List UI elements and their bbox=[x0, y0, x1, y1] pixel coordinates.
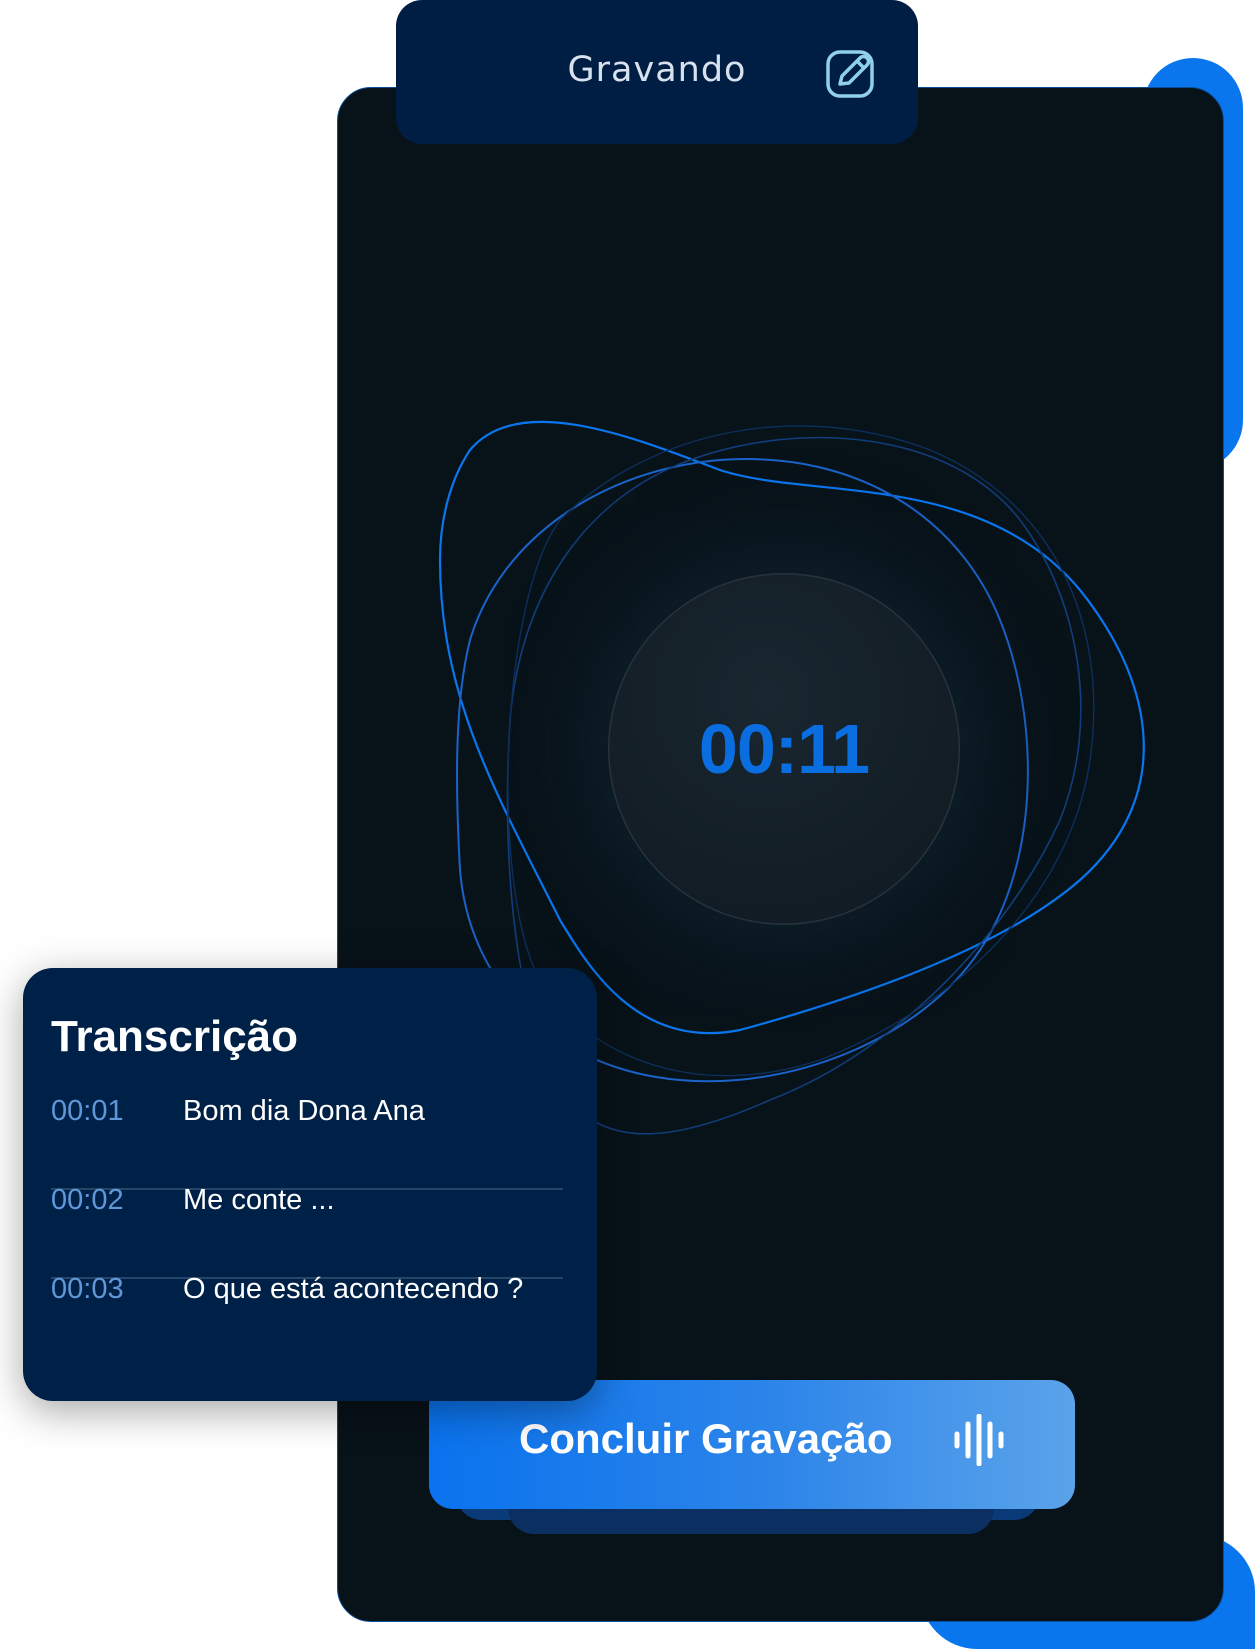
transcript-panel: Transcrição 00:01 Bom dia Dona Ana 00:02… bbox=[23, 968, 597, 1401]
header-bar: Gravando bbox=[396, 0, 918, 144]
entry-text: Me conte ... bbox=[183, 1184, 335, 1216]
transcript-title: Transcrição bbox=[51, 1012, 299, 1061]
elapsed-time: 00:11 bbox=[698, 710, 870, 788]
entry-text: Bom dia Dona Ana bbox=[183, 1095, 425, 1127]
audio-wave-icon bbox=[954, 1414, 1004, 1466]
transcript-entry: 00:02 Me conte ... bbox=[51, 1156, 563, 1244]
entry-text: O que está acontecendo ? bbox=[183, 1273, 524, 1305]
timer-display: 00:11 bbox=[608, 573, 960, 925]
transcript-entry: 00:01 Bom dia Dona Ana bbox=[51, 1067, 563, 1155]
edit-icon[interactable] bbox=[824, 46, 878, 100]
entry-timestamp: 00:01 bbox=[51, 1095, 124, 1127]
entry-timestamp: 00:02 bbox=[51, 1184, 124, 1216]
transcript-entry: 00:03 O que está acontecendo ? bbox=[51, 1245, 563, 1333]
entry-timestamp: 00:03 bbox=[51, 1273, 124, 1305]
